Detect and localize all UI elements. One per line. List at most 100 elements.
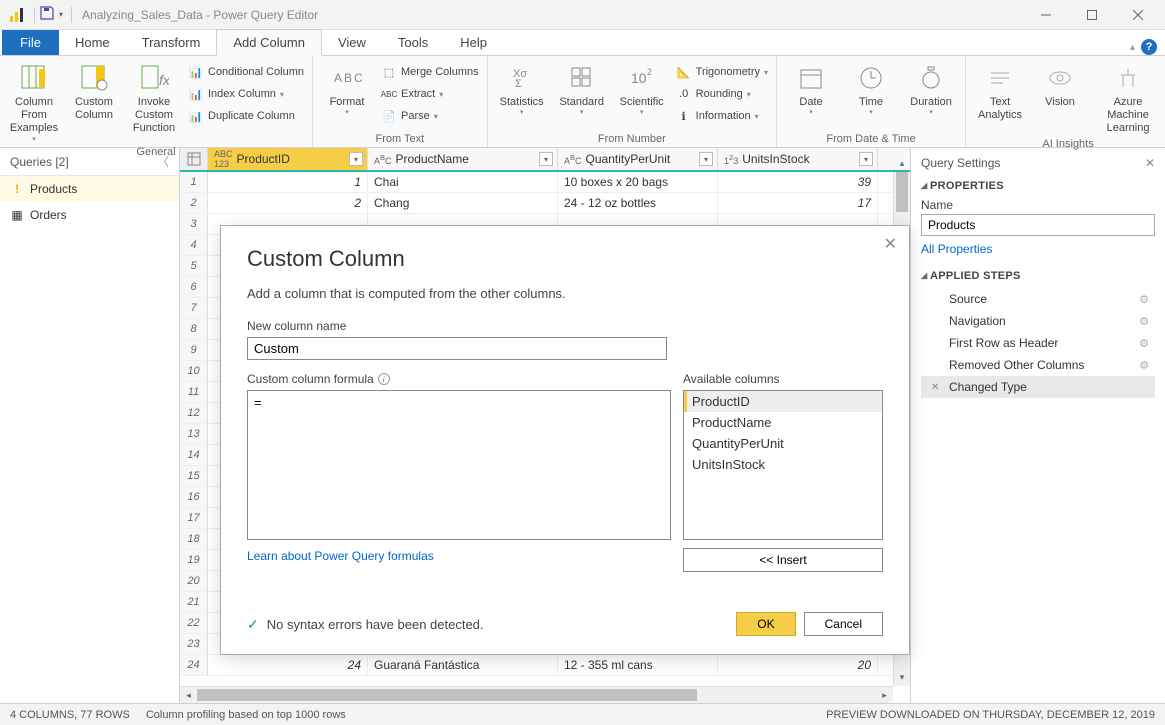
- available-columns-list[interactable]: ProductIDProductNameQuantityPerUnitUnits…: [683, 390, 883, 540]
- duration-button[interactable]: Duration▾: [903, 58, 959, 118]
- column-filter-icon[interactable]: ▾: [349, 152, 363, 166]
- learn-link[interactable]: Learn about Power Query formulas: [247, 549, 434, 563]
- information-button[interactable]: ℹInformation: [674, 106, 770, 126]
- cell[interactable]: 39: [718, 172, 878, 192]
- info-icon[interactable]: i: [378, 373, 390, 385]
- horizontal-scrollbar[interactable]: ◂▸: [180, 686, 893, 703]
- conditional-column-button[interactable]: 📊Conditional Column: [186, 62, 306, 82]
- standard-button[interactable]: Standard▾: [554, 58, 610, 118]
- help-icon[interactable]: ?: [1141, 39, 1157, 55]
- save-icon[interactable]: [39, 5, 55, 24]
- column-filter-icon[interactable]: ▾: [539, 152, 553, 166]
- rounding-button[interactable]: .0Rounding: [674, 84, 770, 104]
- cell[interactable]: 1: [208, 172, 368, 192]
- row-number: 13: [180, 424, 208, 444]
- index-column-button[interactable]: 📊Index Column: [186, 84, 306, 104]
- trigonometry-button[interactable]: 📐Trigonometry: [674, 62, 770, 82]
- column-from-examples-button[interactable]: Column From Examples▾: [6, 58, 62, 144]
- cell[interactable]: 10 boxes x 20 bags: [558, 172, 718, 192]
- table-row[interactable]: 1 1 Chai 10 boxes x 20 bags 39: [180, 172, 910, 193]
- gear-icon[interactable]: ⚙: [1139, 315, 1149, 328]
- table-row[interactable]: 24 24 Guaraná Fantástica 12 - 355 ml can…: [180, 655, 910, 676]
- dialog-close-icon[interactable]: ✕: [884, 234, 897, 254]
- applied-step[interactable]: Navigation⚙: [921, 310, 1155, 332]
- available-column-item[interactable]: UnitsInStock: [684, 454, 882, 475]
- insert-button[interactable]: << Insert: [683, 548, 883, 572]
- gear-icon[interactable]: ⚙: [1139, 293, 1149, 306]
- gear-icon[interactable]: ⚙: [1139, 337, 1149, 350]
- row-number: 2: [180, 193, 208, 213]
- applied-step[interactable]: Changed Type: [921, 376, 1155, 398]
- table-row[interactable]: 2 2 Chang 24 - 12 oz bottles 17: [180, 193, 910, 214]
- column-header-unitsinstock[interactable]: 123UnitsInStock▾: [718, 148, 878, 170]
- azure-ml-button[interactable]: Azure Machine Learning: [1092, 58, 1164, 136]
- column-header-productid[interactable]: ABC123ProductID▾: [208, 148, 368, 170]
- cell[interactable]: 20: [718, 655, 878, 675]
- new-column-name-input[interactable]: [247, 337, 667, 360]
- collapse-queries-icon[interactable]: 〈: [157, 153, 169, 170]
- gear-icon[interactable]: ⚙: [1139, 359, 1149, 372]
- statistics-button[interactable]: XσΣStatistics▾: [494, 58, 550, 118]
- cell[interactable]: 17: [718, 193, 878, 213]
- query-name-input[interactable]: [921, 214, 1155, 236]
- close-settings-icon[interactable]: ✕: [1145, 156, 1155, 170]
- invoke-custom-function-button[interactable]: fxInvoke Custom Function: [126, 58, 182, 136]
- type-icon: ABC123: [214, 149, 233, 169]
- cell[interactable]: 2: [208, 193, 368, 213]
- available-column-item[interactable]: QuantityPerUnit: [684, 433, 882, 454]
- available-column-item[interactable]: ProductID: [684, 391, 882, 412]
- query-item[interactable]: !Products: [0, 176, 179, 202]
- minimize-button[interactable]: [1023, 0, 1069, 30]
- applied-step[interactable]: Source⚙: [921, 288, 1155, 310]
- tab-view[interactable]: View: [322, 30, 382, 55]
- date-button[interactable]: Date▾: [783, 58, 839, 118]
- collapse-ribbon-icon[interactable]: ▴: [1130, 42, 1135, 53]
- cell[interactable]: Chai: [368, 172, 558, 192]
- window-title: Analyzing_Sales_Data - Power Query Edito…: [82, 8, 318, 22]
- column-filter-icon[interactable]: ▾: [859, 152, 873, 166]
- cell[interactable]: Guaraná Fantástica: [368, 655, 558, 675]
- close-button[interactable]: [1115, 0, 1161, 30]
- cell[interactable]: 24 - 12 oz bottles: [558, 193, 718, 213]
- tab-home[interactable]: Home: [59, 30, 126, 55]
- cell[interactable]: Chang: [368, 193, 558, 213]
- parse-button[interactable]: 📄Parse: [379, 106, 481, 126]
- maximize-button[interactable]: [1069, 0, 1115, 30]
- format-button[interactable]: ABCFormat▾: [319, 58, 375, 118]
- tab-file[interactable]: File: [2, 30, 59, 55]
- scientific-button[interactable]: 102Scientific▾: [614, 58, 670, 118]
- row-number: 22: [180, 613, 208, 633]
- grid-corner[interactable]: [180, 148, 208, 170]
- applied-step[interactable]: First Row as Header⚙: [921, 332, 1155, 354]
- all-properties-link[interactable]: All Properties: [921, 242, 1155, 256]
- column-header-quantityperunit[interactable]: ABCQuantityPerUnit▾: [558, 148, 718, 170]
- applied-step[interactable]: Removed Other Columns⚙: [921, 354, 1155, 376]
- cell[interactable]: 12 - 355 ml cans: [558, 655, 718, 675]
- properties-section[interactable]: PROPERTIES: [921, 180, 1155, 192]
- available-columns-label: Available columns: [683, 372, 883, 386]
- duplicate-column-button[interactable]: 📊Duplicate Column: [186, 106, 306, 126]
- row-number: 1: [180, 172, 208, 192]
- ribbon-group-from-text: From Text: [319, 131, 481, 147]
- cell[interactable]: 24: [208, 655, 368, 675]
- tab-tools[interactable]: Tools: [382, 30, 444, 55]
- time-button[interactable]: Time▾: [843, 58, 899, 118]
- column-filter-icon[interactable]: ▾: [699, 152, 713, 166]
- cancel-button[interactable]: Cancel: [804, 612, 883, 636]
- applied-steps-section[interactable]: APPLIED STEPS: [921, 270, 1155, 282]
- extract-button[interactable]: ABCExtract: [379, 84, 481, 104]
- qat-dropdown-icon[interactable]: ▾: [59, 10, 63, 19]
- row-number: 18: [180, 529, 208, 549]
- ok-button[interactable]: OK: [736, 612, 795, 636]
- merge-columns-button[interactable]: ⬚Merge Columns: [379, 62, 481, 82]
- tab-transform[interactable]: Transform: [126, 30, 217, 55]
- tab-add-column[interactable]: Add Column: [216, 29, 322, 56]
- vision-button[interactable]: Vision: [1032, 58, 1088, 109]
- custom-column-button[interactable]: Custom Column: [66, 58, 122, 122]
- tab-help[interactable]: Help: [444, 30, 503, 55]
- text-analytics-button[interactable]: Text Analytics: [972, 58, 1028, 122]
- query-item[interactable]: ▦Orders: [0, 202, 179, 228]
- formula-input[interactable]: =: [247, 390, 671, 540]
- available-column-item[interactable]: ProductName: [684, 412, 882, 433]
- column-header-productname[interactable]: ABCProductName▾: [368, 148, 558, 170]
